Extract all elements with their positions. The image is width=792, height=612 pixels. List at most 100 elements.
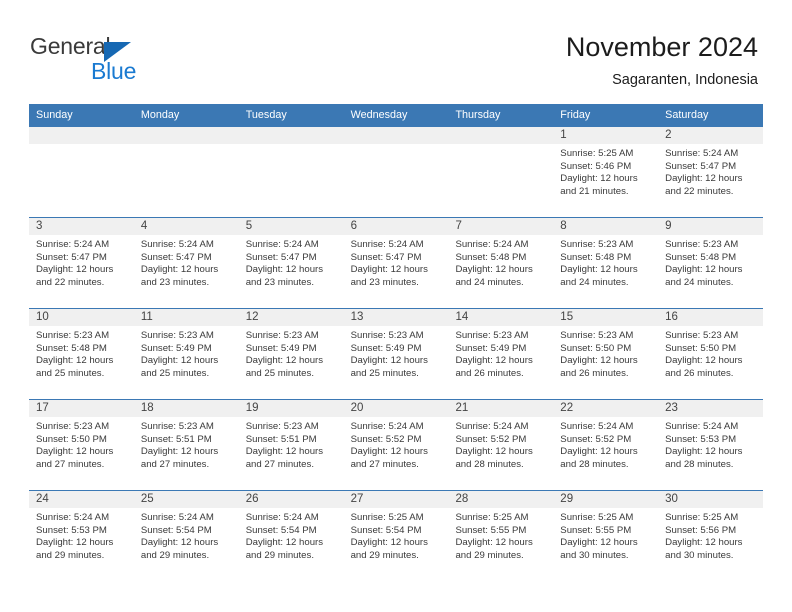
- day-cell[interactable]: [344, 127, 449, 217]
- day-cell[interactable]: 27 Sunrise: 5:25 AM Sunset: 5:54 PM Dayl…: [344, 491, 449, 581]
- sunrise-text: Sunrise: 5:24 AM: [455, 421, 529, 432]
- day-number: 28: [455, 493, 469, 505]
- sunrise-text: Sunrise: 5:25 AM: [350, 512, 424, 523]
- sunset-text: Sunset: 5:53 PM: [36, 524, 107, 536]
- day-details: Sunrise: 5:23 AM Sunset: 5:50 PM Dayligh…: [36, 421, 130, 471]
- daylight-text-line1: Daylight: 12 hours: [455, 446, 533, 458]
- daylight-text-line2: and 29 minutes.: [140, 549, 210, 561]
- daylight-text-line2: and 30 minutes.: [665, 549, 734, 561]
- day-cell[interactable]: 10 Sunrise: 5:23 AM Sunset: 5:48 PM Dayl…: [29, 309, 134, 399]
- day-number: [351, 127, 445, 144]
- day-cell[interactable]: 18 Sunrise: 5:23 AM Sunset: 5:51 PM Dayl…: [134, 400, 239, 490]
- sunrise-text: Sunrise: 5:23 AM: [665, 330, 739, 341]
- day-details: Sunrise: 5:25 AM Sunset: 5:55 PM Dayligh…: [455, 512, 549, 562]
- generalblue-logo[interactable]: General Blue: [30, 33, 230, 91]
- day-cell[interactable]: 16 Sunrise: 5:23 AM Sunset: 5:50 PM Dayl…: [658, 309, 763, 399]
- day-cell[interactable]: 26 Sunrise: 5:24 AM Sunset: 5:54 PM Dayl…: [239, 491, 344, 581]
- day-cell[interactable]: 14 Sunrise: 5:23 AM Sunset: 5:49 PM Dayl…: [448, 309, 553, 399]
- sunrise-text: Sunrise: 5:24 AM: [245, 239, 319, 250]
- daylight-text-line1: Daylight: 12 hours: [245, 537, 324, 549]
- day-details: Sunrise: 5:24 AM Sunset: 5:54 PM Dayligh…: [141, 512, 235, 562]
- day-cell[interactable]: 13 Sunrise: 5:23 AM Sunset: 5:49 PM Dayl…: [344, 309, 449, 399]
- daylight-text-line1: Daylight: 12 hours: [245, 264, 324, 276]
- day-cell[interactable]: 15 Sunrise: 5:23 AM Sunset: 5:50 PM Dayl…: [553, 309, 658, 399]
- day-cell[interactable]: 19 Sunrise: 5:23 AM Sunset: 5:51 PM Dayl…: [239, 400, 344, 490]
- day-number: 24: [36, 493, 49, 505]
- sunset-text: Sunset: 5:55 PM: [455, 524, 527, 536]
- day-cell[interactable]: 17 Sunrise: 5:23 AM Sunset: 5:50 PM Dayl…: [29, 400, 134, 490]
- day-number: 27: [350, 493, 364, 505]
- daylight-text-line2: and 21 minutes.: [560, 185, 629, 197]
- day-number: [455, 127, 549, 144]
- day-cell[interactable]: 20 Sunrise: 5:24 AM Sunset: 5:52 PM Dayl…: [344, 400, 449, 490]
- page-header: General Blue November 2024 Sagaranten, I…: [0, 0, 792, 104]
- sunrise-text: Sunrise: 5:23 AM: [560, 330, 634, 341]
- sunrise-text: Sunrise: 5:24 AM: [350, 239, 424, 250]
- daylight-text-line1: Daylight: 12 hours: [350, 355, 428, 367]
- day-details: Sunrise: 5:24 AM Sunset: 5:53 PM Dayligh…: [36, 512, 130, 562]
- week-row: 10 Sunrise: 5:23 AM Sunset: 5:48 PM Dayl…: [29, 308, 763, 399]
- day-details: Sunrise: 5:23 AM Sunset: 5:51 PM Dayligh…: [141, 421, 235, 471]
- day-cell[interactable]: 5 Sunrise: 5:24 AM Sunset: 5:47 PM Dayli…: [239, 218, 344, 308]
- day-number: 26: [245, 493, 259, 505]
- day-cell[interactable]: 8 Sunrise: 5:23 AM Sunset: 5:48 PM Dayli…: [553, 218, 658, 308]
- day-cell[interactable]: 25 Sunrise: 5:24 AM Sunset: 5:54 PM Dayl…: [134, 491, 239, 581]
- sunrise-text: Sunrise: 5:23 AM: [245, 330, 319, 341]
- sunrise-text: Sunrise: 5:23 AM: [350, 330, 424, 341]
- day-details: Sunrise: 5:23 AM Sunset: 5:50 PM Dayligh…: [560, 330, 654, 380]
- day-cell[interactable]: [134, 127, 239, 217]
- daylight-text-line1: Daylight: 12 hours: [36, 355, 114, 367]
- day-cell[interactable]: 9 Sunrise: 5:23 AM Sunset: 5:48 PM Dayli…: [658, 218, 763, 308]
- day-cell[interactable]: 30 Sunrise: 5:25 AM Sunset: 5:56 PM Dayl…: [658, 491, 763, 581]
- sunrise-text: Sunrise: 5:23 AM: [140, 421, 214, 432]
- day-number: 20: [350, 402, 364, 414]
- day-cell[interactable]: 4 Sunrise: 5:24 AM Sunset: 5:47 PM Dayli…: [134, 218, 239, 308]
- logo-text-blue: Blue: [91, 58, 137, 84]
- sunrise-text: Sunrise: 5:24 AM: [665, 148, 739, 159]
- day-details: Sunrise: 5:23 AM Sunset: 5:49 PM Dayligh…: [351, 330, 445, 380]
- daylight-text-line2: and 22 minutes.: [665, 185, 734, 197]
- day-details: Sunrise: 5:24 AM Sunset: 5:52 PM Dayligh…: [455, 421, 549, 471]
- day-cell[interactable]: [448, 127, 553, 217]
- sunset-text: Sunset: 5:56 PM: [665, 524, 737, 536]
- daylight-text-line2: and 29 minutes.: [350, 549, 419, 561]
- weekday-header-sunday: Sunday: [36, 109, 73, 121]
- day-cell[interactable]: 24 Sunrise: 5:24 AM Sunset: 5:53 PM Dayl…: [29, 491, 134, 581]
- day-cell[interactable]: 6 Sunrise: 5:24 AM Sunset: 5:47 PM Dayli…: [344, 218, 449, 308]
- sunset-text: Sunset: 5:47 PM: [350, 251, 422, 263]
- daylight-text-line2: and 28 minutes.: [560, 458, 629, 470]
- day-cell[interactable]: 12 Sunrise: 5:23 AM Sunset: 5:49 PM Dayl…: [239, 309, 344, 399]
- daylight-text-line2: and 24 minutes.: [665, 276, 734, 288]
- day-cell[interactable]: 23 Sunrise: 5:24 AM Sunset: 5:53 PM Dayl…: [658, 400, 763, 490]
- daylight-text-line2: and 26 minutes.: [665, 367, 734, 379]
- day-cell[interactable]: 29 Sunrise: 5:25 AM Sunset: 5:55 PM Dayl…: [553, 491, 658, 581]
- day-cell[interactable]: 22 Sunrise: 5:24 AM Sunset: 5:52 PM Dayl…: [553, 400, 658, 490]
- day-cell[interactable]: 11 Sunrise: 5:23 AM Sunset: 5:49 PM Dayl…: [134, 309, 239, 399]
- day-cell[interactable]: 7 Sunrise: 5:24 AM Sunset: 5:48 PM Dayli…: [448, 218, 553, 308]
- day-cell[interactable]: 2 Sunrise: 5:24 AM Sunset: 5:47 PM Dayli…: [658, 127, 763, 217]
- sunrise-text: Sunrise: 5:24 AM: [36, 512, 110, 523]
- calendar-page: General Blue November 2024 Sagaranten, I…: [0, 0, 792, 612]
- day-cell[interactable]: 1 Sunrise: 5:25 AM Sunset: 5:46 PM Dayli…: [553, 127, 658, 217]
- daylight-text-line2: and 27 minutes.: [245, 458, 314, 470]
- day-details: Sunrise: 5:24 AM Sunset: 5:52 PM Dayligh…: [351, 421, 445, 471]
- day-details: Sunrise: 5:23 AM Sunset: 5:48 PM Dayligh…: [560, 239, 654, 289]
- day-details: Sunrise: 5:24 AM Sunset: 5:47 PM Dayligh…: [36, 239, 130, 289]
- daylight-text-line2: and 29 minutes.: [245, 549, 314, 561]
- day-cell[interactable]: [239, 127, 344, 217]
- day-details: Sunrise: 5:24 AM Sunset: 5:54 PM Dayligh…: [246, 512, 340, 562]
- daylight-text-line2: and 26 minutes.: [455, 367, 524, 379]
- day-details: Sunrise: 5:24 AM Sunset: 5:52 PM Dayligh…: [560, 421, 654, 471]
- sunrise-text: Sunrise: 5:23 AM: [560, 239, 634, 250]
- day-cell[interactable]: 3 Sunrise: 5:24 AM Sunset: 5:47 PM Dayli…: [29, 218, 134, 308]
- day-cell[interactable]: [29, 127, 134, 217]
- daylight-text-line1: Daylight: 12 hours: [560, 355, 638, 367]
- day-cell[interactable]: 21 Sunrise: 5:24 AM Sunset: 5:52 PM Dayl…: [448, 400, 553, 490]
- day-number: 1: [560, 129, 567, 141]
- day-number: 7: [455, 220, 462, 232]
- day-number: 22: [560, 402, 574, 414]
- sunset-text: Sunset: 5:48 PM: [36, 342, 107, 354]
- day-cell[interactable]: 28 Sunrise: 5:25 AM Sunset: 5:55 PM Dayl…: [448, 491, 553, 581]
- sunset-text: Sunset: 5:47 PM: [245, 251, 317, 263]
- daylight-text-line1: Daylight: 12 hours: [140, 537, 219, 549]
